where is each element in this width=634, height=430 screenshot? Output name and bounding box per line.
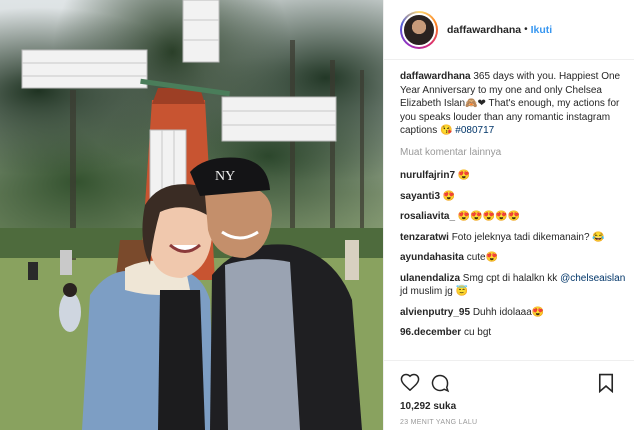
comment-icon[interactable]	[430, 373, 450, 396]
avatar[interactable]	[400, 10, 438, 49]
comments-section: daffawardhana 365 days with you. Happies…	[400, 70, 628, 347]
load-more-comments[interactable]: Muat komentar lainnya	[400, 146, 628, 160]
comment-mention[interactable]: @chelseaislan	[560, 273, 625, 284]
comment-username[interactable]: nurulfajrin7	[400, 170, 455, 181]
header-username[interactable]: daffawardhana	[447, 24, 521, 36]
caption-username[interactable]: daffawardhana	[400, 71, 471, 82]
instagram-post: NY daffawardhana • Ikuti daffawardhana 3…	[0, 0, 634, 430]
caption: daffawardhana 365 days with you. Happies…	[400, 70, 628, 138]
svg-text:NY: NY	[215, 169, 235, 184]
post-header: daffawardhana • Ikuti	[384, 0, 634, 60]
comment: 96.december cu bgt	[400, 326, 628, 340]
action-bar	[384, 360, 634, 400]
comment-text: Smg cpt di halalkn kk	[462, 272, 558, 284]
comment-text: 😍	[457, 170, 471, 181]
caption-hashtag[interactable]: #080717	[455, 125, 494, 136]
comment-text: 😍😍😍😍😍	[457, 211, 521, 222]
post-side-panel: daffawardhana • Ikuti daffawardhana 365 …	[383, 0, 634, 430]
follow-button[interactable]: Ikuti	[531, 24, 553, 36]
comment-username[interactable]: alvienputry_95	[400, 307, 470, 318]
comment-username[interactable]: ayundahasita	[400, 252, 464, 263]
comment-text: Duhh idolaaa😍	[472, 306, 545, 318]
comment: ayundahasita cute😍	[400, 251, 628, 265]
post-photo[interactable]: NY	[0, 0, 383, 430]
comment-username[interactable]: 96.december	[400, 327, 461, 338]
man: NY	[190, 157, 362, 430]
comment: sayanti3 😍	[400, 190, 628, 204]
comment-username[interactable]: sayanti3	[400, 191, 440, 202]
comment: rosaliavita_ 😍😍😍😍😍	[400, 210, 628, 224]
comment-username[interactable]: rosaliavita_	[400, 211, 455, 222]
comment: alvienputry_95 Duhh idolaaa😍	[400, 306, 628, 320]
comment-text: cu bgt	[463, 327, 492, 338]
comment: tenzaratwi Foto jeleknya tadi dikemanain…	[400, 231, 628, 245]
photo-scene: NY	[0, 0, 383, 430]
heart-icon[interactable]	[400, 373, 420, 394]
header-separator: •	[524, 24, 528, 35]
comment-text: 😍	[442, 190, 456, 202]
comment: ulanendaliza Smg cpt di halalkn kk @chel…	[400, 272, 628, 299]
woman	[82, 184, 215, 430]
bookmark-icon[interactable]	[598, 373, 614, 396]
comment: nurulfajrin7 😍	[400, 169, 628, 183]
comment-username[interactable]: ulanendaliza	[400, 273, 460, 284]
likes-count[interactable]: 10,292 suka	[400, 401, 456, 412]
comment-username[interactable]: tenzaratwi	[400, 232, 449, 243]
post-timestamp[interactable]: 23 MENIT YANG LALU	[400, 419, 477, 426]
comment-text: Foto jeleknya tadi dikemanain? 😂	[451, 231, 605, 243]
comment-text-after: jd muslim jg 😇	[400, 286, 469, 297]
avatar-image	[402, 12, 436, 47]
comment-text: cute😍	[466, 252, 499, 263]
